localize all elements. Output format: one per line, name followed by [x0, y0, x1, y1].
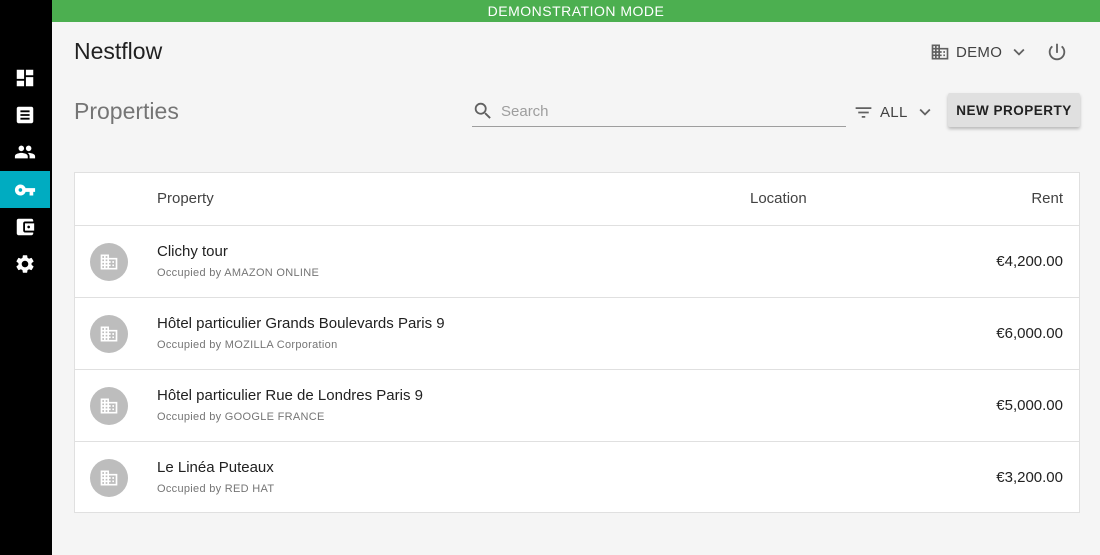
building-icon [100, 326, 118, 342]
filter-label: ALL [880, 103, 908, 121]
building-icon [100, 470, 118, 486]
page-title: Properties [74, 98, 179, 124]
search-input[interactable] [501, 102, 831, 120]
search-field [472, 96, 846, 127]
property-rent: €4,200.00 [996, 253, 1063, 270]
sidebar [0, 0, 52, 555]
property-name: Le Linéa Puteaux [157, 459, 274, 476]
dashboard-icon [16, 69, 34, 86]
document-icon [16, 106, 34, 123]
property-rent: €6,000.00 [996, 325, 1063, 342]
table-row[interactable]: Hôtel particulier Rue de Londres Paris 9… [75, 370, 1079, 442]
property-name: Hôtel particulier Rue de Londres Paris 9 [157, 387, 423, 404]
property-occupant: Occupied by MOZILLA Corporation [157, 339, 338, 351]
organization-selector[interactable]: DEMO [930, 40, 1030, 64]
column-header-rent: Rent [1031, 190, 1063, 207]
column-header-property: Property [157, 190, 214, 207]
new-property-button[interactable]: NEW PROPERTY [948, 93, 1080, 127]
property-rent: €5,000.00 [996, 397, 1063, 414]
property-name: Clichy tour [157, 243, 228, 260]
people-icon [14, 145, 36, 158]
wallet-icon [16, 218, 35, 235]
building-icon [931, 44, 949, 60]
demo-mode-banner: DEMONSTRATION MODE [52, 0, 1100, 22]
property-avatar [90, 387, 128, 425]
property-rent: €3,200.00 [996, 469, 1063, 486]
building-icon [100, 398, 118, 414]
table-header: Property Location Rent [75, 173, 1079, 226]
search-icon [474, 102, 491, 119]
nav-dashboard[interactable] [0, 59, 50, 96]
property-avatar [90, 459, 128, 497]
property-avatar [90, 243, 128, 281]
table-row[interactable]: Le Linéa Puteaux Occupied by RED HAT €3,… [75, 442, 1079, 514]
property-occupant: Occupied by RED HAT [157, 483, 275, 495]
table-row[interactable]: Clichy tour Occupied by AMAZON ONLINE €4… [75, 226, 1079, 298]
table-row[interactable]: Hôtel particulier Grands Boulevards Pari… [75, 298, 1079, 370]
nav-settings[interactable] [0, 245, 50, 282]
building-icon [100, 254, 118, 270]
properties-table: Property Location Rent Clichy tour Occup… [74, 172, 1080, 513]
property-occupant: Occupied by GOOGLE FRANCE [157, 411, 325, 423]
filter-icon [855, 106, 872, 118]
nav-documents[interactable] [0, 96, 50, 133]
nav-properties[interactable] [0, 171, 50, 208]
organization-label: DEMO [956, 43, 1003, 61]
app-title: Nestflow [74, 38, 163, 64]
property-name: Hôtel particulier Grands Boulevards Pari… [157, 315, 445, 332]
nav-tenants[interactable] [0, 133, 50, 170]
power-icon [1048, 43, 1066, 61]
logout-button[interactable] [1045, 40, 1069, 64]
key-icon [14, 184, 36, 195]
property-occupant: Occupied by AMAZON ONLINE [157, 267, 320, 279]
property-avatar [90, 315, 128, 353]
filter-selector[interactable]: ALL [853, 100, 936, 124]
chevron-down-icon [919, 108, 931, 116]
column-header-location: Location [750, 190, 807, 207]
gear-icon [16, 254, 34, 273]
nav-accounting[interactable] [0, 208, 50, 245]
chevron-down-icon [1013, 48, 1025, 56]
